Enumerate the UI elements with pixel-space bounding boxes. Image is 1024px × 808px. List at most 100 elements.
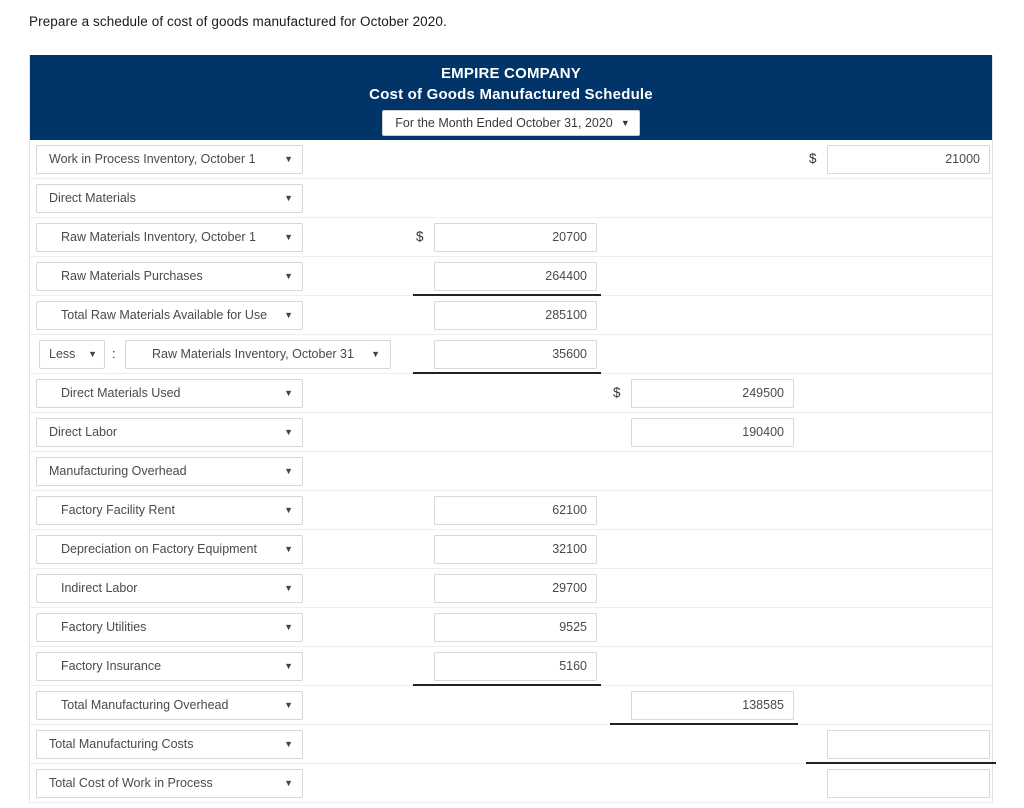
chevron-down-icon: ▼ bbox=[284, 739, 293, 749]
line-item-select[interactable]: Indirect Labor ▼ bbox=[36, 574, 303, 603]
line-item-select[interactable]: Raw Materials Inventory, October 1 ▼ bbox=[36, 223, 303, 252]
chevron-down-icon: ▼ bbox=[88, 349, 97, 359]
detail-amount-input[interactable]: 285100 bbox=[434, 301, 597, 330]
line-item-select[interactable]: Factory Facility Rent ▼ bbox=[36, 496, 303, 525]
chevron-down-icon: ▼ bbox=[284, 388, 293, 398]
line-item-select-value: Direct Materials bbox=[49, 191, 136, 205]
currency-symbol: $ bbox=[613, 385, 621, 400]
instruction-text: Prepare a schedule of cost of goods manu… bbox=[29, 14, 447, 29]
detail-amount-input[interactable]: 9525 bbox=[434, 613, 597, 642]
detail-amount-input[interactable]: 5160 bbox=[434, 652, 597, 681]
period-select[interactable]: For the Month Ended October 31, 2020 ▼ bbox=[382, 110, 640, 136]
schedule-row: Raw Materials Inventory, October 1 ▼ $2070… bbox=[30, 218, 992, 257]
chevron-down-icon: ▼ bbox=[284, 661, 293, 671]
less-add-select-value: Less bbox=[49, 347, 76, 361]
subtotal-amount-input[interactable]: 249500 bbox=[631, 379, 794, 408]
line-item-select-value: Indirect Labor bbox=[61, 581, 138, 595]
line-item-select-value: Depreciation on Factory Equipment bbox=[61, 542, 257, 556]
line-item-select[interactable]: Direct Labor ▼ bbox=[36, 418, 303, 447]
detail-amount-input[interactable]: 32100 bbox=[434, 535, 597, 564]
schedule-rows: Work in Process Inventory, October 1 ▼ $21… bbox=[30, 140, 996, 803]
chevron-down-icon: ▼ bbox=[284, 193, 293, 203]
line-item-select-value: Factory Facility Rent bbox=[61, 503, 175, 517]
total-amount-input[interactable] bbox=[827, 769, 990, 798]
schedule-row: Total Cost of Work in Process ▼ bbox=[30, 764, 992, 803]
line-item-select-value: Direct Materials Used bbox=[61, 386, 181, 400]
chevron-down-icon: ▼ bbox=[620, 118, 630, 128]
line-item-select-value: Raw Materials Inventory, October 31 bbox=[152, 347, 354, 361]
chevron-down-icon: ▼ bbox=[284, 622, 293, 632]
less-add-select[interactable]: Less ▼ bbox=[39, 340, 105, 369]
line-item-select[interactable]: Work in Process Inventory, October 1 ▼ bbox=[36, 145, 303, 174]
chevron-down-icon: ▼ bbox=[284, 700, 293, 710]
line-item-select[interactable]: Total Manufacturing Overhead ▼ bbox=[36, 691, 303, 720]
line-item-select-value: Work in Process Inventory, October 1 bbox=[49, 152, 256, 166]
chevron-down-icon: ▼ bbox=[284, 232, 293, 242]
schedule-row: Less ▼: Raw Materials Inventory, October 3… bbox=[30, 335, 992, 374]
line-item-select[interactable]: Factory Utilities ▼ bbox=[36, 613, 303, 642]
period-select-value: For the Month Ended October 31, 2020 bbox=[395, 116, 613, 130]
currency-symbol: $ bbox=[809, 151, 817, 166]
line-item-select-value: Raw Materials Purchases bbox=[61, 269, 203, 283]
schedule-row: Total Raw Materials Available for Use ▼ 28… bbox=[30, 296, 992, 335]
page-root: Prepare a schedule of cost of goods manu… bbox=[0, 0, 1024, 808]
line-item-select-value: Factory Insurance bbox=[61, 659, 162, 673]
line-item-select[interactable]: Direct Materials Used ▼ bbox=[36, 379, 303, 408]
line-item-select[interactable]: Raw Materials Purchases ▼ bbox=[36, 262, 303, 291]
line-item-select[interactable]: Depreciation on Factory Equipment ▼ bbox=[36, 535, 303, 564]
line-item-select[interactable]: Total Raw Materials Available for Use ▼ bbox=[36, 301, 303, 330]
chevron-down-icon: ▼ bbox=[284, 544, 293, 554]
chevron-down-icon: ▼ bbox=[371, 349, 380, 359]
line-item-select-value: Raw Materials Inventory, October 1 bbox=[61, 230, 256, 244]
chevron-down-icon: ▼ bbox=[284, 271, 293, 281]
schedule-row: Factory Insurance ▼ 5160 bbox=[30, 647, 992, 686]
line-item-select[interactable]: Total Manufacturing Costs ▼ bbox=[36, 730, 303, 759]
schedule-row: Depreciation on Factory Equipment ▼ 32100 bbox=[30, 530, 992, 569]
schedule-header: EMPIRE COMPANY Cost of Goods Manufacture… bbox=[30, 55, 992, 140]
currency-symbol: $ bbox=[416, 229, 424, 244]
detail-amount-input[interactable]: 29700 bbox=[434, 574, 597, 603]
schedule-title: Cost of Goods Manufactured Schedule bbox=[369, 86, 653, 103]
subtotal-amount-input[interactable]: 190400 bbox=[631, 418, 794, 447]
line-item-select[interactable]: Manufacturing Overhead ▼ bbox=[36, 457, 303, 486]
chevron-down-icon: ▼ bbox=[284, 778, 293, 788]
line-item-select[interactable]: Direct Materials ▼ bbox=[36, 184, 303, 213]
schedule-row: Total Manufacturing Costs ▼ bbox=[30, 725, 996, 764]
chevron-down-icon: ▼ bbox=[284, 466, 293, 476]
schedule-row: Work in Process Inventory, October 1 ▼ $21… bbox=[30, 140, 992, 179]
detail-amount-input[interactable]: 264400 bbox=[434, 262, 597, 291]
schedule-row: Direct Materials ▼ bbox=[30, 179, 992, 218]
colon-separator: : bbox=[112, 346, 116, 361]
line-item-select-value: Total Manufacturing Overhead bbox=[61, 698, 229, 712]
line-item-select-value: Factory Utilities bbox=[61, 620, 147, 634]
line-item-select-value: Total Manufacturing Costs bbox=[49, 737, 194, 751]
total-amount-input[interactable] bbox=[827, 730, 990, 759]
detail-amount-input[interactable]: 62100 bbox=[434, 496, 597, 525]
schedule-row: Total Manufacturing Overhead ▼ 138585 bbox=[30, 686, 992, 725]
chevron-down-icon: ▼ bbox=[284, 154, 293, 164]
line-item-select[interactable]: Factory Insurance ▼ bbox=[36, 652, 303, 681]
schedule-row: Factory Utilities ▼ 9525 bbox=[30, 608, 992, 647]
line-item-select[interactable]: Raw Materials Inventory, October 31 ▼ bbox=[125, 340, 391, 369]
schedule-row: Manufacturing Overhead ▼ bbox=[30, 452, 992, 491]
detail-amount-input[interactable]: 20700 bbox=[434, 223, 597, 252]
line-item-select-value: Total Cost of Work in Process bbox=[49, 776, 213, 790]
schedule-row: Direct Materials Used ▼ $249500 bbox=[30, 374, 992, 413]
schedule-row: Factory Facility Rent ▼ 62100 bbox=[30, 491, 992, 530]
chevron-down-icon: ▼ bbox=[284, 505, 293, 515]
subtotal-amount-input[interactable]: 138585 bbox=[631, 691, 794, 720]
cost-of-goods-manufactured-schedule: EMPIRE COMPANY Cost of Goods Manufacture… bbox=[29, 55, 996, 803]
company-name: EMPIRE COMPANY bbox=[440, 65, 582, 82]
schedule-row: Raw Materials Purchases ▼ 264400 bbox=[30, 257, 992, 296]
line-item-select[interactable]: Total Cost of Work in Process ▼ bbox=[36, 769, 303, 798]
chevron-down-icon: ▼ bbox=[284, 310, 293, 320]
detail-amount-input[interactable]: 35600 bbox=[434, 340, 597, 369]
line-item-select-value: Total Raw Materials Available for Use bbox=[61, 308, 268, 322]
chevron-down-icon: ▼ bbox=[284, 583, 293, 593]
schedule-row: Indirect Labor ▼ 29700 bbox=[30, 569, 992, 608]
chevron-down-icon: ▼ bbox=[284, 427, 293, 437]
schedule-row: Direct Labor ▼ 190400 bbox=[30, 413, 992, 452]
line-item-select-value: Manufacturing Overhead bbox=[49, 464, 187, 478]
total-amount-input[interactable]: 21000 bbox=[827, 145, 990, 174]
line-item-select-value: Direct Labor bbox=[49, 425, 118, 439]
